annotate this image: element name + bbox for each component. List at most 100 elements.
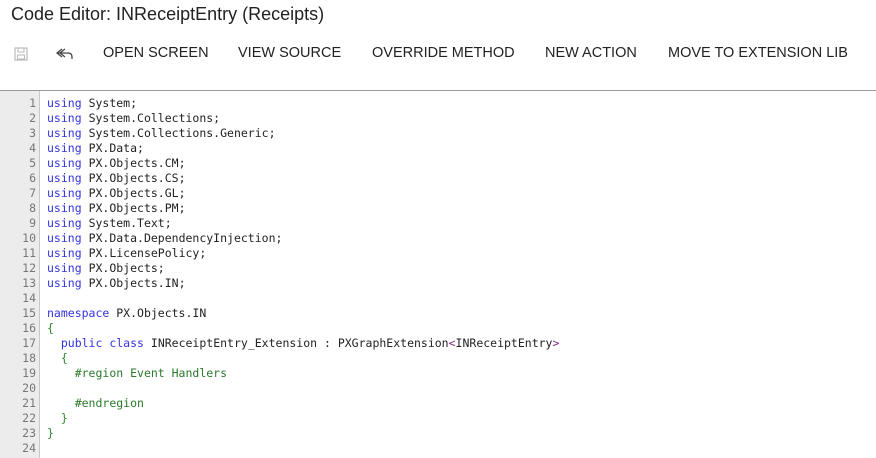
- keyword-token: using: [47, 261, 82, 275]
- code-text: using PX.Objects.CS;: [47, 171, 186, 186]
- line-number: 11: [22, 246, 36, 260]
- code-line[interactable]: 23}: [0, 426, 559, 441]
- code-line[interactable]: 11 using PX.LicensePolicy;: [0, 246, 559, 261]
- line-number: 21: [22, 396, 36, 410]
- undo-icon[interactable]: [55, 44, 75, 64]
- code-line[interactable]: 2 using System.Collections;: [0, 111, 559, 126]
- code-text: #region Event Handlers: [47, 366, 227, 381]
- brace-token: {: [47, 321, 54, 335]
- keyword-token: using: [47, 141, 82, 155]
- line-number: 12: [22, 261, 36, 275]
- line-number: 13: [22, 276, 36, 290]
- code-line[interactable]: 14: [0, 291, 559, 306]
- open-screen-button[interactable]: OPEN SCREEN: [103, 45, 209, 61]
- line-number: 22: [22, 411, 36, 425]
- code-line[interactable]: 15 namespace PX.Objects.IN: [0, 306, 559, 321]
- code-text: using PX.Data;: [47, 141, 144, 156]
- code-text: using System.Collections;: [47, 111, 220, 126]
- code-line[interactable]: 17 public class INReceiptEntry_Extension…: [0, 336, 559, 351]
- line-number: 10: [22, 231, 36, 245]
- code-line[interactable]: 1 using System;: [0, 96, 559, 111]
- code-text: }: [47, 411, 68, 426]
- code-token: INReceiptEntry_Extension : PXGraphExtens…: [150, 336, 449, 350]
- keyword-token: using: [47, 186, 82, 200]
- line-number: 23: [22, 426, 36, 440]
- code-token: PX.Objects.CS;: [88, 171, 186, 185]
- code-editor[interactable]: 1 using System; 2 using System.Collections;…: [0, 90, 876, 458]
- keyword-token: using: [47, 246, 82, 260]
- code-lines[interactable]: 1 using System; 2 using System.Collections;…: [0, 96, 559, 456]
- code-text: using PX.Objects.IN;: [47, 276, 186, 291]
- page-title: Code Editor: INReceiptEntry (Receipts): [11, 4, 325, 24]
- code-line[interactable]: 18 {: [0, 351, 559, 366]
- line-number: 20: [22, 381, 36, 395]
- line-number: 15: [22, 306, 36, 320]
- save-icon[interactable]: [11, 44, 31, 64]
- code-token: PX.Objects;: [88, 261, 165, 275]
- code-token: <: [448, 336, 456, 350]
- line-number: 18: [22, 351, 36, 365]
- code-text: using System.Collections.Generic;: [47, 126, 276, 141]
- code-line[interactable]: 22 }: [0, 411, 559, 426]
- code-line[interactable]: 12 using PX.Objects;: [0, 261, 559, 276]
- keyword-token: namespace: [47, 306, 110, 320]
- code-token: PX.Objects.GL;: [88, 186, 186, 200]
- code-token: PX.Objects.CM;: [88, 156, 186, 170]
- line-number: 7: [29, 186, 36, 200]
- code-text: using PX.Objects.CM;: [47, 156, 186, 171]
- code-line[interactable]: 20: [0, 381, 559, 396]
- code-token: System.Collections.Generic;: [88, 126, 276, 140]
- keyword-token: using: [47, 231, 82, 245]
- code-line[interactable]: 21 #endregion: [0, 396, 559, 411]
- code-line[interactable]: 8 using PX.Objects.PM;: [0, 201, 559, 216]
- line-number: 16: [22, 321, 36, 335]
- keyword-token: using: [47, 156, 82, 170]
- code-text: }: [47, 426, 54, 441]
- keyword-token: using: [47, 126, 82, 140]
- code-line[interactable]: 10 using PX.Data.DependencyInjection;: [0, 231, 559, 246]
- code-line[interactable]: 9 using System.Text;: [0, 216, 559, 231]
- move-to-extension-lib-button[interactable]: MOVE TO EXTENSION LIB: [668, 45, 848, 61]
- code-token: PX.Data;: [88, 141, 144, 155]
- line-number: 2: [29, 111, 36, 125]
- brace-token: }: [60, 411, 68, 425]
- code-line[interactable]: 24: [0, 441, 559, 456]
- code-line[interactable]: 7 using PX.Objects.GL;: [0, 186, 559, 201]
- code-line[interactable]: 13 using PX.Objects.IN;: [0, 276, 559, 291]
- code-text: using PX.Data.DependencyInjection;: [47, 231, 282, 246]
- code-text: #endregion: [47, 396, 144, 411]
- code-text: {: [47, 321, 54, 336]
- override-method-button[interactable]: OVERRIDE METHOD: [372, 45, 515, 61]
- code-text: using PX.Objects;: [47, 261, 165, 276]
- code-line[interactable]: 5 using PX.Objects.CM;: [0, 156, 559, 171]
- code-text: using PX.Objects.GL;: [47, 186, 186, 201]
- new-action-button[interactable]: NEW ACTION: [545, 45, 637, 61]
- line-number: 24: [22, 441, 36, 455]
- code-line[interactable]: 19 #region Event Handlers: [0, 366, 559, 381]
- code-text: namespace PX.Objects.IN: [47, 306, 206, 321]
- code-token: PX.Objects.PM;: [88, 201, 186, 215]
- code-text: public class INReceiptEntry_Extension : …: [47, 336, 560, 351]
- code-token: System;: [88, 96, 138, 110]
- code-line[interactable]: 3 using System.Collections.Generic;: [0, 126, 559, 141]
- keyword-token: using: [47, 171, 82, 185]
- code-token: PX.Objects.IN: [116, 306, 207, 320]
- keyword-token: public class: [60, 336, 144, 350]
- code-token: PX.Objects.IN;: [88, 276, 186, 290]
- line-number: 1: [29, 96, 36, 110]
- line-number: 9: [29, 216, 36, 230]
- code-text: using PX.LicensePolicy;: [47, 246, 206, 261]
- code-line[interactable]: 4 using PX.Data;: [0, 141, 559, 156]
- line-number: 6: [29, 171, 36, 185]
- code-token: System.Collections;: [88, 111, 221, 125]
- code-text: using System.Text;: [47, 216, 172, 231]
- code-token: PX.LicensePolicy;: [88, 246, 207, 260]
- brace-token: {: [60, 351, 68, 365]
- code-line[interactable]: 16 {: [0, 321, 559, 336]
- view-source-button[interactable]: VIEW SOURCE: [238, 45, 341, 61]
- code-line[interactable]: 6 using PX.Objects.CS;: [0, 171, 559, 186]
- code-token: INReceiptEntry: [455, 336, 553, 350]
